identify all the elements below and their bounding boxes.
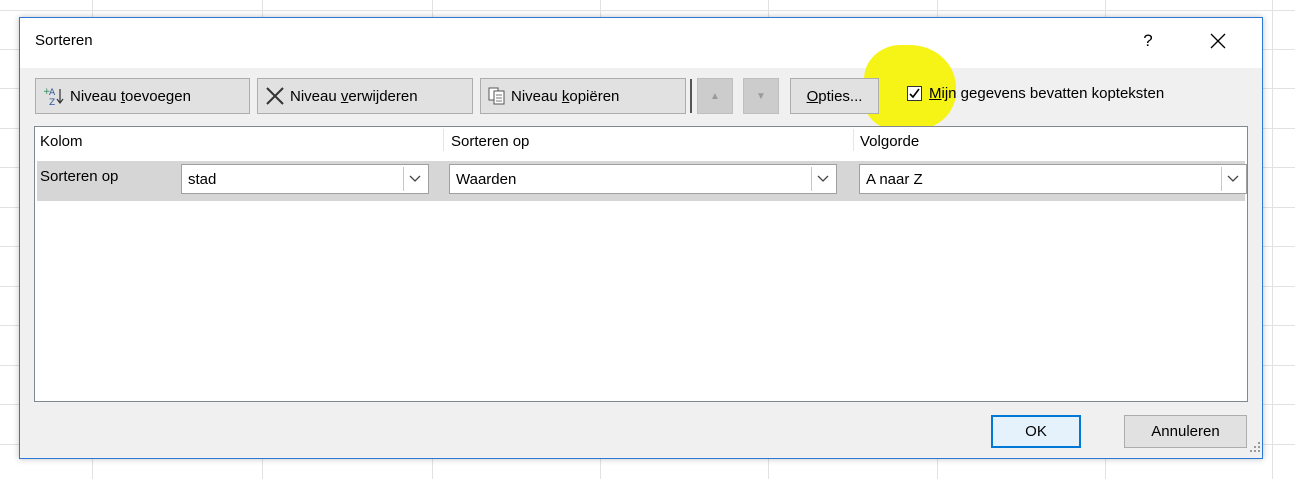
column-header-order: Volgorde	[860, 133, 920, 150]
help-button[interactable]: ?	[1133, 26, 1163, 56]
sort-on-select[interactable]: Waarden	[449, 164, 837, 194]
delete-level-label: Niveau verwijderen	[290, 87, 418, 105]
move-down-icon: ▼	[756, 90, 766, 102]
options-button[interactable]: Opties...	[790, 78, 879, 114]
svg-text:Z: Z	[49, 98, 55, 106]
delete-level-button[interactable]: Niveau verwijderen	[257, 78, 473, 114]
help-icon: ?	[1143, 31, 1153, 50]
chevron-down-icon	[811, 167, 834, 191]
options-label: Opties...	[806, 87, 863, 105]
sort-az-add-icon: + A Z	[43, 86, 65, 106]
cancel-label: Annuleren	[1151, 423, 1220, 440]
copy-level-label: Niveau kopiëren	[511, 87, 620, 105]
column-separator	[443, 129, 444, 151]
sort-on-select-value: Waarden	[456, 170, 517, 188]
checkmark-icon	[909, 88, 920, 99]
sort-level-row[interactable]: Sorteren op stad Waarden A naar Z	[37, 161, 1247, 201]
toolbar-separator	[690, 79, 692, 113]
headers-checkbox-label[interactable]: Mijn gegevens bevatten kopteksten	[929, 85, 1164, 102]
resize-grip-icon[interactable]	[1250, 439, 1260, 456]
column-header-sort-on: Sorteren op	[451, 133, 530, 150]
sort-dialog: Sorteren ? + A Z Niveau toevoegen Niveau v…	[19, 17, 1263, 459]
order-select-value: A naar Z	[866, 170, 923, 188]
order-select[interactable]: A naar Z	[859, 164, 1247, 194]
close-button[interactable]	[1198, 24, 1238, 58]
ok-label: OK	[1025, 423, 1047, 440]
chevron-down-icon	[403, 167, 426, 191]
move-up-icon: ▲	[710, 90, 720, 102]
dialog-title: Sorteren	[35, 32, 93, 49]
svg-text:A: A	[49, 88, 56, 98]
close-icon	[1210, 33, 1226, 49]
move-up-button[interactable]: ▲	[697, 78, 733, 114]
headers-checkbox[interactable]	[907, 86, 922, 101]
column-header-kolom: Kolom	[40, 133, 83, 150]
ok-button[interactable]: OK	[991, 415, 1081, 448]
delete-x-icon	[265, 87, 285, 105]
copy-level-button[interactable]: Niveau kopiëren	[480, 78, 686, 114]
column-select[interactable]: stad	[181, 164, 429, 194]
title-bar: Sorteren ?	[20, 18, 1262, 68]
copy-icon	[488, 87, 506, 105]
chevron-down-icon	[1221, 167, 1244, 191]
move-down-button[interactable]: ▼	[743, 78, 779, 114]
add-level-label: Niveau toevoegen	[70, 87, 191, 105]
add-level-button[interactable]: + A Z Niveau toevoegen	[35, 78, 250, 114]
column-select-value: stad	[188, 170, 217, 188]
column-separator	[853, 129, 854, 151]
headers-checkbox-group: Mijn gegevens bevatten kopteksten	[907, 85, 1164, 102]
row-label: Sorteren op	[40, 168, 119, 185]
sort-levels-list: Kolom Sorteren op Volgorde Sorteren op s…	[34, 126, 1248, 402]
cancel-button[interactable]: Annuleren	[1124, 415, 1247, 448]
